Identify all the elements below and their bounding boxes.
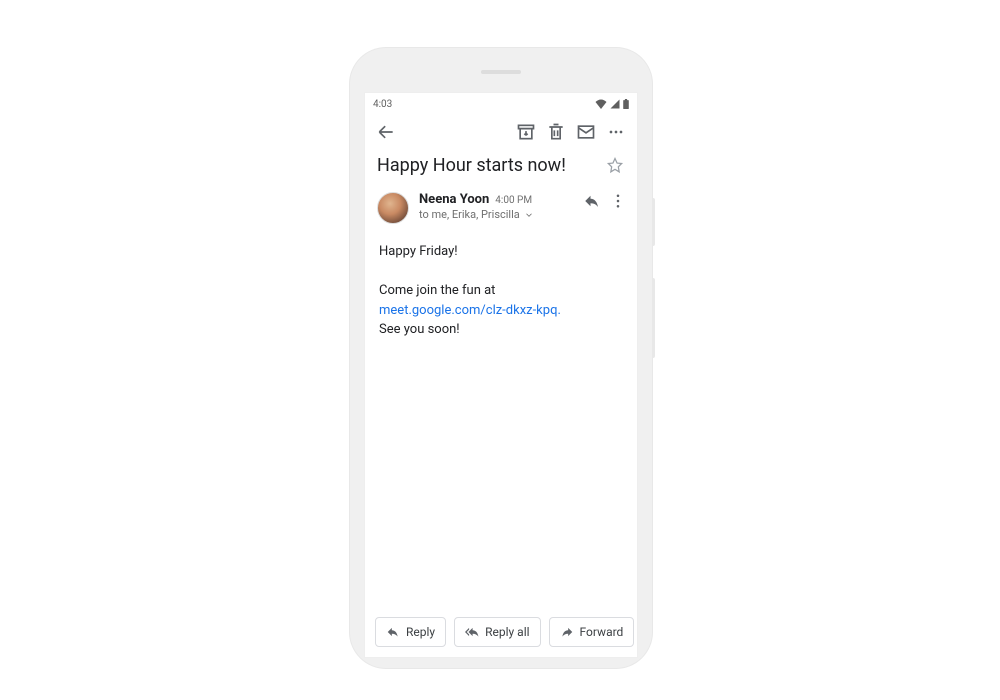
forward-label: Forward	[580, 625, 624, 639]
meet-link[interactable]: meet.google.com/clz-dkxz-kpq.	[379, 303, 561, 318]
reply-all-button[interactable]: Reply all	[454, 617, 540, 647]
sender-time: 4:00 PM	[495, 195, 532, 206]
reply-all-label: Reply all	[485, 625, 529, 639]
avatar[interactable]	[377, 192, 409, 224]
phone-side-button	[652, 278, 655, 358]
screen: 4:03 Happ	[364, 92, 638, 658]
reply-label: Reply	[406, 625, 435, 639]
email-body: Happy Friday! Come join the fun at meet.…	[365, 228, 637, 607]
body-line: Happy Friday!	[379, 242, 623, 262]
wifi-icon	[595, 99, 607, 109]
message-more-button[interactable]	[609, 192, 627, 210]
more-button[interactable]	[605, 121, 627, 143]
reply-button[interactable]: Reply	[375, 617, 446, 647]
cell-signal-icon	[610, 99, 620, 109]
chevron-down-icon[interactable]	[524, 210, 534, 220]
email-subject: Happy Hour starts now!	[377, 155, 566, 176]
sender-name: Neena Yoon	[419, 192, 489, 207]
subject-row: Happy Hour starts now!	[365, 149, 637, 182]
reply-icon-button[interactable]	[583, 192, 601, 210]
status-icons	[595, 99, 629, 109]
delete-button[interactable]	[545, 121, 567, 143]
back-button[interactable]	[375, 121, 397, 143]
action-row: Reply Reply all Forward	[365, 607, 637, 657]
phone-side-button	[652, 198, 655, 246]
toolbar	[365, 113, 637, 149]
sender-row: Neena Yoon 4:00 PM to me, Erika, Priscil…	[365, 182, 637, 228]
sender-info[interactable]: Neena Yoon 4:00 PM to me, Erika, Priscil…	[419, 192, 579, 221]
status-bar: 4:03	[365, 93, 637, 113]
battery-icon	[623, 99, 629, 109]
mark-unread-button[interactable]	[575, 121, 597, 143]
forward-button[interactable]: Forward	[549, 617, 635, 647]
phone-frame: 4:03 Happ	[350, 48, 652, 668]
star-button[interactable]	[605, 156, 625, 176]
status-time: 4:03	[373, 99, 392, 110]
archive-button[interactable]	[515, 121, 537, 143]
recipients: to me, Erika, Priscilla	[419, 208, 520, 221]
body-line: Come join the fun at meet.google.com/clz…	[379, 281, 623, 340]
